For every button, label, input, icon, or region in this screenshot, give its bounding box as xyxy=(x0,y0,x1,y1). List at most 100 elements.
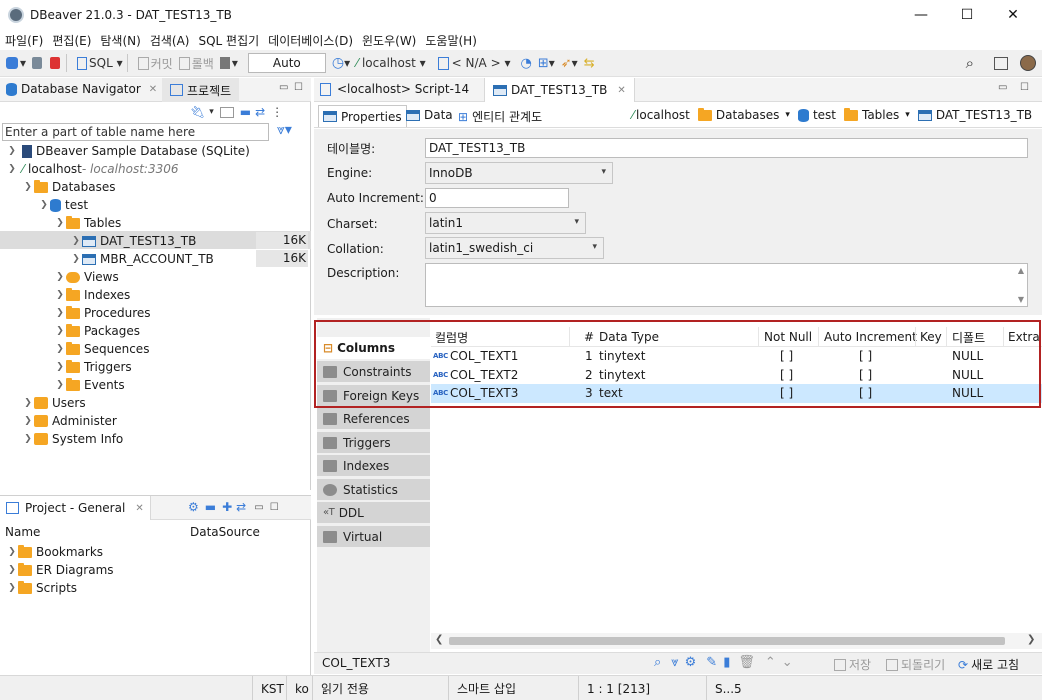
menu-sql-editor[interactable]: SQL 편집기 xyxy=(198,32,259,49)
chevron-right-icon[interactable]: ❯ xyxy=(54,344,66,354)
move-up-icon[interactable]: ⌃ xyxy=(765,655,776,670)
auto-increment-input[interactable]: 0 xyxy=(425,188,569,208)
minimize-button[interactable]: — xyxy=(898,0,944,30)
save-button[interactable]: 저장 xyxy=(834,656,871,673)
gear-icon[interactable]: ⚙ xyxy=(188,500,199,514)
chevron-right-icon[interactable]: ❯ xyxy=(22,416,34,426)
table-name-input[interactable]: DAT_TEST13_TB xyxy=(425,138,1028,158)
sidetab-references[interactable]: References xyxy=(317,408,430,430)
chevron-down-icon[interactable]: ❯ xyxy=(38,200,50,210)
tree-item-procedures[interactable]: ❯ Procedures xyxy=(54,304,151,322)
menu-window[interactable]: 윈도우(W) xyxy=(362,32,416,49)
tab-database-navigator[interactable]: Database Navigator ✕ xyxy=(6,82,157,96)
active-schema-selector[interactable]: < N/A > ▾ xyxy=(437,56,510,70)
chevron-right-icon[interactable]: ❯ xyxy=(6,565,18,575)
menu-edit[interactable]: 편집(E) xyxy=(52,32,91,49)
maximize-panel-button[interactable]: ☐ xyxy=(294,82,303,93)
active-connection-selector[interactable]: ⁄ localhost ▾ xyxy=(356,56,426,70)
tree-item-indexes[interactable]: ❯ Indexes xyxy=(54,286,130,304)
delete-icon[interactable]: 🗑︎ xyxy=(738,655,755,670)
search-icon[interactable]: ⌕ xyxy=(654,655,661,670)
tab-script-14[interactable]: <localhost> Script-14 xyxy=(320,82,469,96)
chevron-right-icon[interactable]: ❯ xyxy=(22,398,34,408)
chevron-right-icon[interactable]: ❯ xyxy=(54,272,66,282)
maximize-panel-button[interactable]: ☐ xyxy=(270,502,279,513)
filter-icon[interactable]: ⩔ xyxy=(671,655,678,670)
horizontal-scrollbar[interactable]: ❮ ❯ xyxy=(431,633,1042,649)
maximize-button[interactable]: ☐ xyxy=(944,0,990,30)
connect-button[interactable] xyxy=(32,57,44,69)
tree-item-test[interactable]: ❯ test xyxy=(38,196,88,214)
tree-item-events[interactable]: ❯ Events xyxy=(54,376,125,394)
tree-item-triggers[interactable]: ❯ Triggers xyxy=(54,358,132,376)
subtab-properties[interactable]: Properties xyxy=(318,105,407,127)
add-column-icon[interactable]: ▮ xyxy=(723,655,730,670)
sidetab-triggers[interactable]: Triggers xyxy=(317,432,430,454)
tab-project[interactable]: 프로젝트 xyxy=(162,78,240,102)
tree-item-sequences[interactable]: ❯ Sequences xyxy=(54,340,149,358)
sidetab-statistics[interactable]: Statistics xyxy=(317,479,430,501)
commit-button[interactable]: 커밋 xyxy=(137,55,173,72)
subtab-erd[interactable]: ⊞ 엔티티 관계도 xyxy=(458,108,542,125)
scroll-up-icon[interactable]: ▲ xyxy=(1018,266,1024,275)
project-item-er-diagrams[interactable]: ❯ ER Diagrams xyxy=(6,561,114,579)
filter-config-icon[interactable]: ⩔▾ xyxy=(277,122,292,138)
sql-editor-button[interactable]: SQL ▾ xyxy=(77,56,123,70)
scrollbar-thumb[interactable] xyxy=(449,637,1005,645)
tree-item-dat-test13-tb[interactable]: ❯ DAT_TEST13_TB xyxy=(70,232,196,250)
history-button[interactable]: ◷ ▾ xyxy=(332,55,350,71)
disconnect-button[interactable] xyxy=(50,57,62,69)
tree-item-mbr-account-tb[interactable]: ❯ MBR_ACCOUNT_TB xyxy=(70,250,214,268)
link-icon[interactable]: ⇄ xyxy=(236,500,246,514)
breadcrumb-table[interactable]: DAT_TEST13_TB xyxy=(936,108,1032,122)
new-connection-icon[interactable]: 🔌︎ xyxy=(190,105,205,119)
subtab-data[interactable]: Data xyxy=(406,108,453,122)
chevron-right-icon[interactable]: ❯ xyxy=(6,547,18,557)
breadcrumb-databases[interactable]: Databases xyxy=(716,108,780,122)
transaction-mode-combo[interactable]: Auto xyxy=(247,53,326,73)
chevron-right-icon[interactable]: ❯ xyxy=(70,254,82,264)
new-connection-button[interactable]: ▾ xyxy=(6,56,26,70)
chevron-down-icon[interactable]: ▾ xyxy=(905,110,910,120)
sidetab-ddl[interactable]: «T DDL xyxy=(317,502,430,524)
project-item-scripts[interactable]: ❯ Scripts xyxy=(6,579,77,597)
sidetab-indexes[interactable]: Indexes xyxy=(317,455,430,477)
tree-item-databases[interactable]: ❯ Databases xyxy=(22,178,116,196)
charset-select[interactable]: latin1 ▾ xyxy=(425,212,586,234)
gear-icon[interactable]: ⚙ xyxy=(685,655,697,670)
tab-dat-test13-tb[interactable]: DAT_TEST13_TB ✕ xyxy=(484,78,635,102)
menu-file[interactable]: 파일(F) xyxy=(5,32,43,49)
tree-item-views[interactable]: ❯ Views xyxy=(54,268,119,286)
chevron-right-icon[interactable]: ❯ xyxy=(54,308,66,318)
chevron-right-icon[interactable]: ❯ xyxy=(22,434,34,444)
dashboard-button[interactable]: ◔ xyxy=(520,56,531,71)
rollback-button[interactable]: 롤백 xyxy=(178,55,214,72)
chevron-right-icon[interactable]: ❯ xyxy=(54,380,66,390)
chevron-right-icon[interactable]: ❯ xyxy=(54,290,66,300)
dbeaver-perspective-button[interactable] xyxy=(1020,55,1036,71)
menu-search[interactable]: 검색(A) xyxy=(150,32,190,49)
tab-project-general[interactable]: Project - General ✕ xyxy=(0,496,151,520)
tree-item-tables[interactable]: ❯ Tables xyxy=(54,214,121,232)
chevron-down-icon[interactable]: ❯ xyxy=(6,164,18,174)
chevron-right-icon[interactable]: ❯ xyxy=(70,236,82,246)
tree-item-localhost[interactable]: ❯ ⁄ localhost - localhost:3306 xyxy=(6,160,178,178)
close-icon[interactable]: ✕ xyxy=(617,85,625,96)
dropdown-icon[interactable]: ▾ xyxy=(209,107,214,117)
refresh-button[interactable]: ⟳ 새로 고침 xyxy=(958,656,1019,673)
scroll-right-icon[interactable]: ❯ xyxy=(1027,634,1035,645)
chevron-right-icon[interactable]: ❯ xyxy=(6,583,18,593)
link-editor-icon[interactable]: ⇄ xyxy=(255,105,265,119)
breadcrumb-tables[interactable]: Tables xyxy=(862,108,899,122)
close-icon[interactable]: ✕ xyxy=(149,84,157,95)
tree-item-administer[interactable]: ❯ Administer xyxy=(22,412,117,430)
erd-button[interactable]: ⊞ ▾ xyxy=(538,56,555,71)
chevron-down-icon[interactable]: ❯ xyxy=(22,182,34,192)
project-item-bookmarks[interactable]: ❯ Bookmarks xyxy=(6,543,103,561)
close-button[interactable]: ✕ xyxy=(990,0,1036,30)
move-down-icon[interactable]: ⌄ xyxy=(782,655,793,670)
collapse-all-icon[interactable]: ▬ xyxy=(240,105,251,119)
collation-select[interactable]: latin1_swedish_ci ▾ xyxy=(425,237,604,259)
chevron-down-icon[interactable]: ❯ xyxy=(54,218,66,228)
table-filter-input[interactable]: Enter a part of table name here xyxy=(2,123,269,141)
